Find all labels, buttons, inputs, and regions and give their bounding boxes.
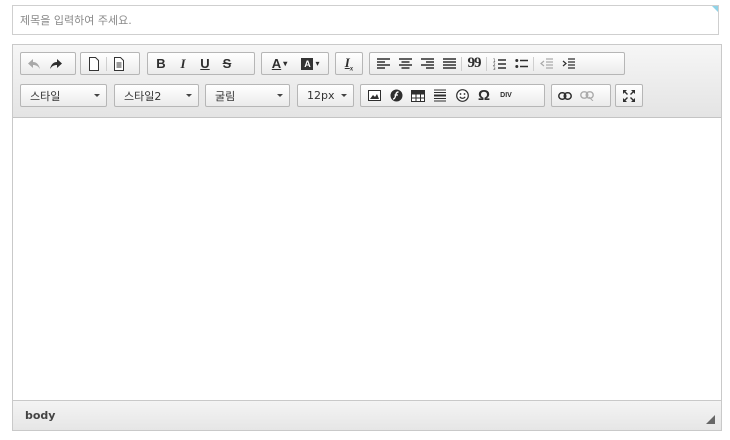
undo-button[interactable] bbox=[23, 53, 45, 74]
color-group: A ▾ A ▾ bbox=[261, 52, 329, 75]
redo-button[interactable] bbox=[45, 53, 67, 74]
div-icon: DIV bbox=[500, 92, 512, 99]
style2-dropdown[interactable]: 스타일2 bbox=[114, 84, 199, 107]
title-corner-mark bbox=[712, 6, 718, 12]
italic-button[interactable]: I bbox=[172, 53, 194, 74]
underline-button[interactable]: U bbox=[194, 53, 216, 74]
editor-toolbar: B I U S A ▾ A ▾ Ix 99 1 2 3 스타일 스타일2 굴림 … bbox=[13, 45, 721, 118]
background-color-button[interactable]: A ▾ bbox=[295, 53, 326, 74]
remove-format-button[interactable]: Ix bbox=[338, 53, 360, 74]
element-path-body[interactable]: body bbox=[25, 409, 55, 422]
align-right-button[interactable] bbox=[416, 53, 438, 74]
font-dropdown[interactable]: 굴림 bbox=[205, 84, 290, 107]
style2-dropdown-value: 스타일2 bbox=[124, 89, 162, 103]
redo-icon bbox=[50, 58, 62, 69]
align-left-icon bbox=[376, 58, 390, 69]
horizontal-line-button[interactable] bbox=[429, 85, 451, 106]
strikethrough-icon: S bbox=[222, 56, 232, 71]
flash-icon bbox=[390, 89, 402, 102]
style1-dropdown-value: 스타일 bbox=[30, 89, 61, 103]
maximize-button[interactable] bbox=[618, 85, 640, 106]
link-button[interactable] bbox=[554, 85, 576, 106]
bulleted-list-icon bbox=[514, 58, 528, 68]
preview-icon bbox=[114, 56, 124, 71]
font-size-dropdown-value: 12px bbox=[307, 89, 335, 102]
horizontal-line-icon bbox=[434, 89, 446, 102]
unlink-button[interactable] bbox=[576, 85, 598, 106]
document-group bbox=[80, 52, 140, 75]
smiley-button[interactable] bbox=[451, 85, 473, 106]
chevron-down-icon: ▾ bbox=[283, 59, 288, 68]
indent-icon bbox=[562, 57, 575, 69]
maximize-icon bbox=[623, 89, 635, 102]
align-left-button[interactable] bbox=[372, 53, 394, 74]
toolbar-separator bbox=[106, 56, 107, 71]
editor-status-bar: body bbox=[13, 400, 721, 430]
insert-image-button[interactable] bbox=[363, 85, 385, 106]
blockquote-button[interactable]: 99 bbox=[463, 53, 485, 74]
style1-dropdown[interactable]: 스타일 bbox=[20, 84, 107, 107]
insert-group: Ω DIV bbox=[360, 84, 545, 107]
svg-text:3: 3 bbox=[493, 66, 496, 70]
title-input[interactable] bbox=[13, 6, 718, 34]
omega-icon: Ω bbox=[477, 87, 491, 104]
chevron-down-icon: ▾ bbox=[315, 59, 320, 68]
align-justify-icon bbox=[442, 58, 456, 69]
chevron-down-icon bbox=[94, 94, 100, 97]
basic-style-group: B I U S bbox=[147, 52, 255, 75]
remove-format-sub: x bbox=[349, 64, 354, 73]
editor-content-area[interactable] bbox=[13, 118, 721, 401]
history-group bbox=[20, 52, 76, 75]
smiley-icon bbox=[455, 89, 469, 102]
chevron-down-icon bbox=[186, 94, 192, 97]
special-character-button[interactable]: Ω bbox=[473, 85, 495, 106]
insert-table-button[interactable] bbox=[407, 85, 429, 106]
remove-format-icon: Ix bbox=[345, 55, 354, 73]
outdent-button[interactable] bbox=[535, 53, 557, 74]
outdent-icon bbox=[539, 57, 553, 69]
unlink-icon bbox=[580, 90, 594, 101]
link-icon bbox=[558, 91, 572, 100]
rich-text-editor: B I U S A ▾ A ▾ Ix 99 1 2 3 스타일 스타일2 굴림 … bbox=[12, 44, 722, 431]
numbered-list-icon: 123 bbox=[493, 58, 506, 70]
indent-button[interactable] bbox=[557, 53, 579, 74]
text-color-icon: A bbox=[271, 56, 282, 71]
blockquote-icon: 99 bbox=[467, 55, 482, 71]
new-page-icon bbox=[89, 56, 99, 71]
undo-icon bbox=[28, 58, 40, 69]
chevron-down-icon bbox=[341, 94, 347, 97]
text-color-button[interactable]: A ▾ bbox=[264, 53, 295, 74]
resize-grip-icon[interactable] bbox=[706, 415, 715, 424]
align-justify-button[interactable] bbox=[438, 53, 460, 74]
align-center-icon bbox=[398, 58, 412, 69]
insert-flash-button[interactable] bbox=[385, 85, 407, 106]
strikethrough-button[interactable]: S bbox=[216, 53, 238, 74]
paragraph-group: 99 123 bbox=[369, 52, 625, 75]
bold-button[interactable]: B bbox=[150, 53, 172, 74]
tools-group bbox=[615, 84, 643, 107]
bulleted-list-button[interactable] bbox=[510, 53, 532, 74]
toolbar-separator bbox=[461, 56, 462, 71]
underline-icon: U bbox=[200, 56, 210, 71]
table-icon bbox=[411, 89, 425, 102]
image-icon bbox=[367, 90, 381, 101]
align-right-icon bbox=[420, 58, 434, 69]
toolbar-separator bbox=[533, 56, 534, 71]
numbered-list-button[interactable]: 123 bbox=[488, 53, 510, 74]
italic-icon: I bbox=[180, 55, 186, 71]
bold-icon: B bbox=[156, 56, 166, 71]
title-field[interactable] bbox=[12, 5, 719, 35]
font-size-dropdown[interactable]: 12px bbox=[297, 84, 354, 107]
link-group bbox=[551, 84, 611, 107]
toolbar-separator bbox=[486, 56, 487, 71]
chevron-down-icon bbox=[277, 94, 283, 97]
create-div-button[interactable]: DIV bbox=[495, 85, 517, 106]
new-page-button[interactable] bbox=[83, 53, 105, 74]
font-dropdown-value: 굴림 bbox=[215, 89, 236, 103]
cleanup-group: Ix bbox=[335, 52, 363, 75]
align-center-button[interactable] bbox=[394, 53, 416, 74]
preview-button[interactable] bbox=[108, 53, 130, 74]
background-color-icon: A bbox=[301, 57, 314, 70]
